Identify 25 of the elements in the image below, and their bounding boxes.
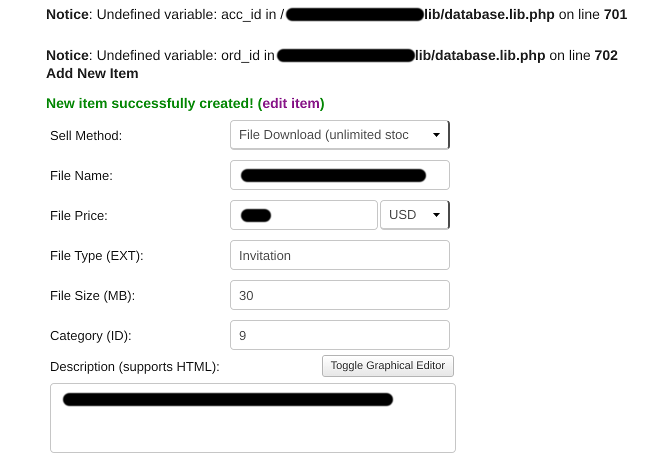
- text-field[interactable]: [230, 160, 450, 190]
- caret-icon: [433, 132, 440, 136]
- notice-text: Notice: Undefined variable: ord_id in: [46, 47, 275, 63]
- page-heading: Add New Item: [46, 64, 140, 82]
- notice-path-text: lib/database.lib.php on line 701: [424, 6, 628, 22]
- currency-dropdown[interactable]: USD: [380, 200, 450, 230]
- text-field[interactable]: Invitation: [230, 240, 450, 270]
- field-label: File Name:: [50, 168, 114, 182]
- text-field[interactable]: 30: [230, 280, 450, 310]
- field-label: Description (supports HTML):: [50, 358, 220, 374]
- notice-path-text: lib/database.lib.php on line 702: [414, 47, 618, 63]
- field-label: File Price:: [50, 208, 109, 222]
- edit-item-link[interactable]: edit item: [262, 95, 320, 111]
- notice-text: Notice: Undefined variable: acc_id in /: [46, 6, 284, 22]
- price-field[interactable]: [230, 200, 378, 230]
- field-label: Category (ID):: [50, 328, 133, 342]
- description-field[interactable]: [50, 383, 456, 453]
- field-label: File Type (EXT):: [50, 248, 145, 262]
- success-message: New item successfully created! (edit item): [46, 94, 326, 112]
- caret-icon: [433, 212, 440, 216]
- sell-method-dropdown[interactable]: File Download (unlimited stoc: [230, 120, 450, 150]
- field-label: Sell Method:: [50, 128, 124, 142]
- field-label: File Size (MB):: [50, 288, 136, 302]
- text-field[interactable]: 9: [230, 320, 450, 350]
- toggle-editor-button[interactable]: Toggle Graphical Editor: [322, 355, 454, 377]
